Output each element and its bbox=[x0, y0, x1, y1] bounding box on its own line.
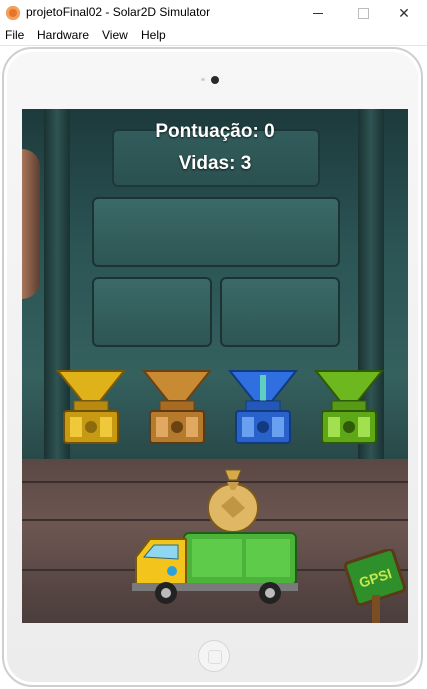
minimize-icon bbox=[313, 12, 323, 14]
wall-panel bbox=[92, 197, 340, 267]
yellow-recycling-bin[interactable] bbox=[56, 367, 126, 447]
green-recycling-bin[interactable] bbox=[314, 367, 384, 447]
blue-recycling-bin[interactable] bbox=[228, 367, 298, 447]
close-icon: ✕ bbox=[398, 4, 410, 21]
menu-file[interactable]: File bbox=[5, 28, 24, 42]
gpsi-logo-icon: GPSI bbox=[344, 549, 407, 623]
wall-panel bbox=[92, 277, 212, 347]
solar2d-app-icon bbox=[6, 6, 20, 20]
menu-help[interactable]: Help bbox=[141, 28, 166, 42]
trash-bag[interactable] bbox=[205, 466, 261, 534]
maximize-icon bbox=[357, 7, 369, 19]
orange-recycling-bin[interactable] bbox=[142, 367, 212, 447]
camera-icon bbox=[211, 76, 219, 84]
title-bar: projetoFinal02 - Solar2D Simulator ✕ bbox=[0, 0, 427, 26]
maximize-button[interactable] bbox=[340, 0, 386, 26]
garbage-truck[interactable] bbox=[132, 527, 298, 607]
game-screen[interactable]: Pontuação: 0 Vidas: 3 GPSI bbox=[22, 109, 408, 623]
score-label: Pontuação: 0 bbox=[155, 121, 275, 142]
close-button[interactable]: ✕ bbox=[381, 0, 427, 26]
window-title: projetoFinal02 - Solar2D Simulator bbox=[26, 5, 211, 19]
home-button[interactable] bbox=[198, 640, 230, 672]
menu-hardware[interactable]: Hardware bbox=[37, 28, 89, 42]
home-icon bbox=[208, 650, 222, 664]
wall-panel bbox=[220, 277, 340, 347]
sensor-dot bbox=[201, 78, 205, 81]
menu-view[interactable]: View bbox=[102, 28, 128, 42]
minimize-button[interactable] bbox=[295, 0, 341, 26]
menu-bar: File Hardware View Help bbox=[0, 26, 427, 46]
lives-label: Vidas: 3 bbox=[178, 153, 252, 174]
